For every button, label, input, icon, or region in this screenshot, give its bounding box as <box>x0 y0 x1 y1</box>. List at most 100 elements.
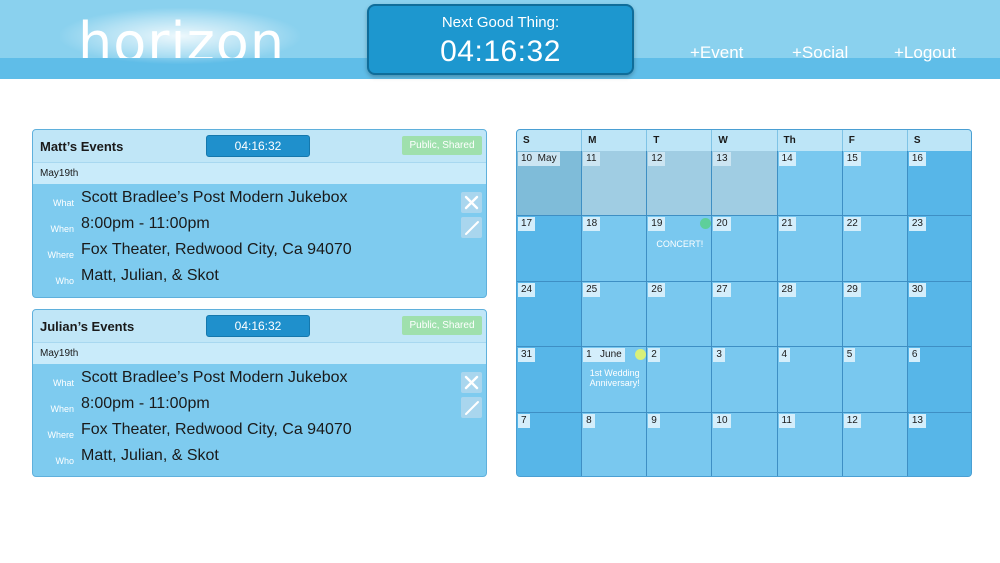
calendar-day-cell[interactable]: 29 <box>842 281 908 348</box>
calendar-day-cell[interactable]: 8 <box>582 412 648 476</box>
field-value: Scott Bradlee’s Post Modern Jukebox <box>81 189 348 206</box>
day-number: 11 <box>583 152 600 166</box>
field-value: Scott Bradlee’s Post Modern Jukebox <box>81 369 348 386</box>
day-number: 25 <box>583 282 601 297</box>
calendar-day-cell[interactable]: 27 <box>712 281 778 348</box>
calendar-day-cell[interactable]: 2 <box>647 347 713 413</box>
day-number: 13 <box>713 152 731 166</box>
calendar-day-cell[interactable]: 26 <box>647 281 713 348</box>
logout-link[interactable]: +Logout <box>894 43 956 63</box>
field-label: Who <box>55 276 74 286</box>
field-label: Where <box>47 250 74 260</box>
day-number: 3 <box>713 348 725 363</box>
weekday-fri: F <box>843 130 908 151</box>
day-number: 7 <box>518 413 530 428</box>
day-number: 8 <box>583 413 595 428</box>
calendar-day-cell[interactable]: 17 <box>517 216 583 282</box>
day-number: 21 <box>778 217 796 232</box>
card-title: Julian’s Events <box>40 319 135 334</box>
app-logo[interactable]: horizon <box>78 12 285 58</box>
day-number: 12 <box>648 152 666 166</box>
day-number: 19 <box>648 217 666 232</box>
day-number: 28 <box>778 282 796 297</box>
day-number: 14 <box>778 152 796 166</box>
weekday-sat: S <box>908 130 971 151</box>
calendar-day-cell[interactable]: 24 <box>517 281 583 348</box>
day-number: 12 <box>843 413 861 428</box>
weekday-sun: S <box>517 130 583 151</box>
day-number: 23 <box>908 217 926 232</box>
day-number: 27 <box>713 282 731 297</box>
day-number: 16 <box>908 152 926 166</box>
day-number: 10 May <box>518 152 560 166</box>
month-calendar: S M T W Th F S 10 May 11 12 13 14 15 16 17 18 19 20 21 22 2… <box>516 129 972 477</box>
day-number: 2 <box>648 348 660 363</box>
weekday-thu: Th <box>778 130 843 151</box>
visibility-badge[interactable]: Public, Shared <box>402 136 482 155</box>
visibility-badge[interactable]: Public, Shared <box>402 316 482 335</box>
calendar-day-cell[interactable]: 21 <box>777 216 843 282</box>
calendar-day-cell[interactable]: 7 <box>517 412 583 476</box>
day-number: 30 <box>908 282 926 297</box>
calendar-day-cell[interactable]: 3 <box>712 347 778 413</box>
calendar-day-cell[interactable]: 15 <box>842 151 908 217</box>
calendar-day-cell[interactable]: 25 <box>582 281 648 348</box>
calendar-day-cell[interactable]: 11 <box>777 412 843 476</box>
weekday-wed: W <box>712 130 778 151</box>
calendar-day-cell[interactable]: 4 <box>777 347 843 413</box>
field-value: 8:00pm - 11:00pm <box>81 215 210 232</box>
field-label: Who <box>55 456 74 466</box>
calendar-day-cell[interactable]: 16 <box>907 151 971 217</box>
close-icon[interactable] <box>461 372 482 393</box>
calendar-event-label[interactable]: 1st Wedding Anniversary! <box>584 368 645 388</box>
day-number: 18 <box>583 217 601 232</box>
day-number: 1 June <box>583 348 625 363</box>
card-date: May19th <box>33 162 486 184</box>
calendar-day-cell[interactable]: 6 <box>907 347 971 413</box>
calendar-day-cell[interactable]: 9 <box>647 412 713 476</box>
card-timer: 04:16:32 <box>206 135 310 157</box>
day-number: 22 <box>843 217 861 232</box>
event-card-julian: Julian’s Events 04:16:32 Public, Shared … <box>32 309 487 477</box>
calendar-day-cell[interactable]: 14 <box>777 151 843 217</box>
calendar-day-cell[interactable]: 12 <box>842 412 908 476</box>
calendar-day-cell[interactable]: 23 <box>907 216 971 282</box>
calendar-day-cell[interactable]: 31 <box>517 347 583 413</box>
calendar-event-label[interactable]: CONCERT! <box>649 239 710 249</box>
calendar-day-cell[interactable]: 12 <box>647 151 713 217</box>
add-social-link[interactable]: +Social <box>792 43 848 63</box>
field-value: 8:00pm - 11:00pm <box>81 395 210 412</box>
field-label: When <box>50 224 74 234</box>
calendar-day-cell[interactable]: 20 <box>712 216 778 282</box>
edit-pencil-icon[interactable] <box>461 217 482 238</box>
calendar-day-cell[interactable]: 13 <box>907 412 971 476</box>
day-number: 20 <box>713 217 731 232</box>
field-value: Fox Theater, Redwood City, Ca 94070 <box>81 421 352 438</box>
card-header: Julian’s Events 04:16:32 Public, Shared <box>33 310 486 342</box>
countdown-time: 04:16:32 <box>440 35 561 68</box>
calendar-day-cell[interactable]: 18 <box>582 216 648 282</box>
weekday-header: S M T W Th F S <box>517 130 971 151</box>
calendar-day-cell[interactable]: 30 <box>907 281 971 348</box>
calendar-day-cell[interactable]: 10 <box>712 412 778 476</box>
day-number: 5 <box>843 348 856 363</box>
day-number: 11 <box>778 413 795 428</box>
calendar-day-cell[interactable]: 5 <box>842 347 908 413</box>
edit-pencil-icon[interactable] <box>461 397 482 418</box>
close-icon[interactable] <box>461 192 482 213</box>
card-date: May19th <box>33 342 486 364</box>
calendar-day-cell[interactable]: 11 <box>582 151 648 217</box>
day-number: 31 <box>518 348 536 363</box>
calendar-day-cell[interactable]: 10 May <box>517 151 583 217</box>
card-body: What Scott Bradlee’s Post Modern Jukebox… <box>33 364 486 474</box>
card-title: Matt’s Events <box>40 139 124 154</box>
calendar-day-cell[interactable]: 28 <box>777 281 843 348</box>
day-number: 29 <box>843 282 861 297</box>
next-good-thing-countdown: Next Good Thing: 04:16:32 <box>367 4 634 75</box>
calendar-day-cell[interactable]: 13 <box>712 151 778 217</box>
add-event-link[interactable]: +Event <box>690 43 743 63</box>
card-header: Matt’s Events 04:16:32 Public, Shared <box>33 130 486 162</box>
calendar-day-cell[interactable]: 22 <box>842 216 908 282</box>
day-number: 6 <box>908 348 921 363</box>
day-number: 17 <box>518 217 536 232</box>
